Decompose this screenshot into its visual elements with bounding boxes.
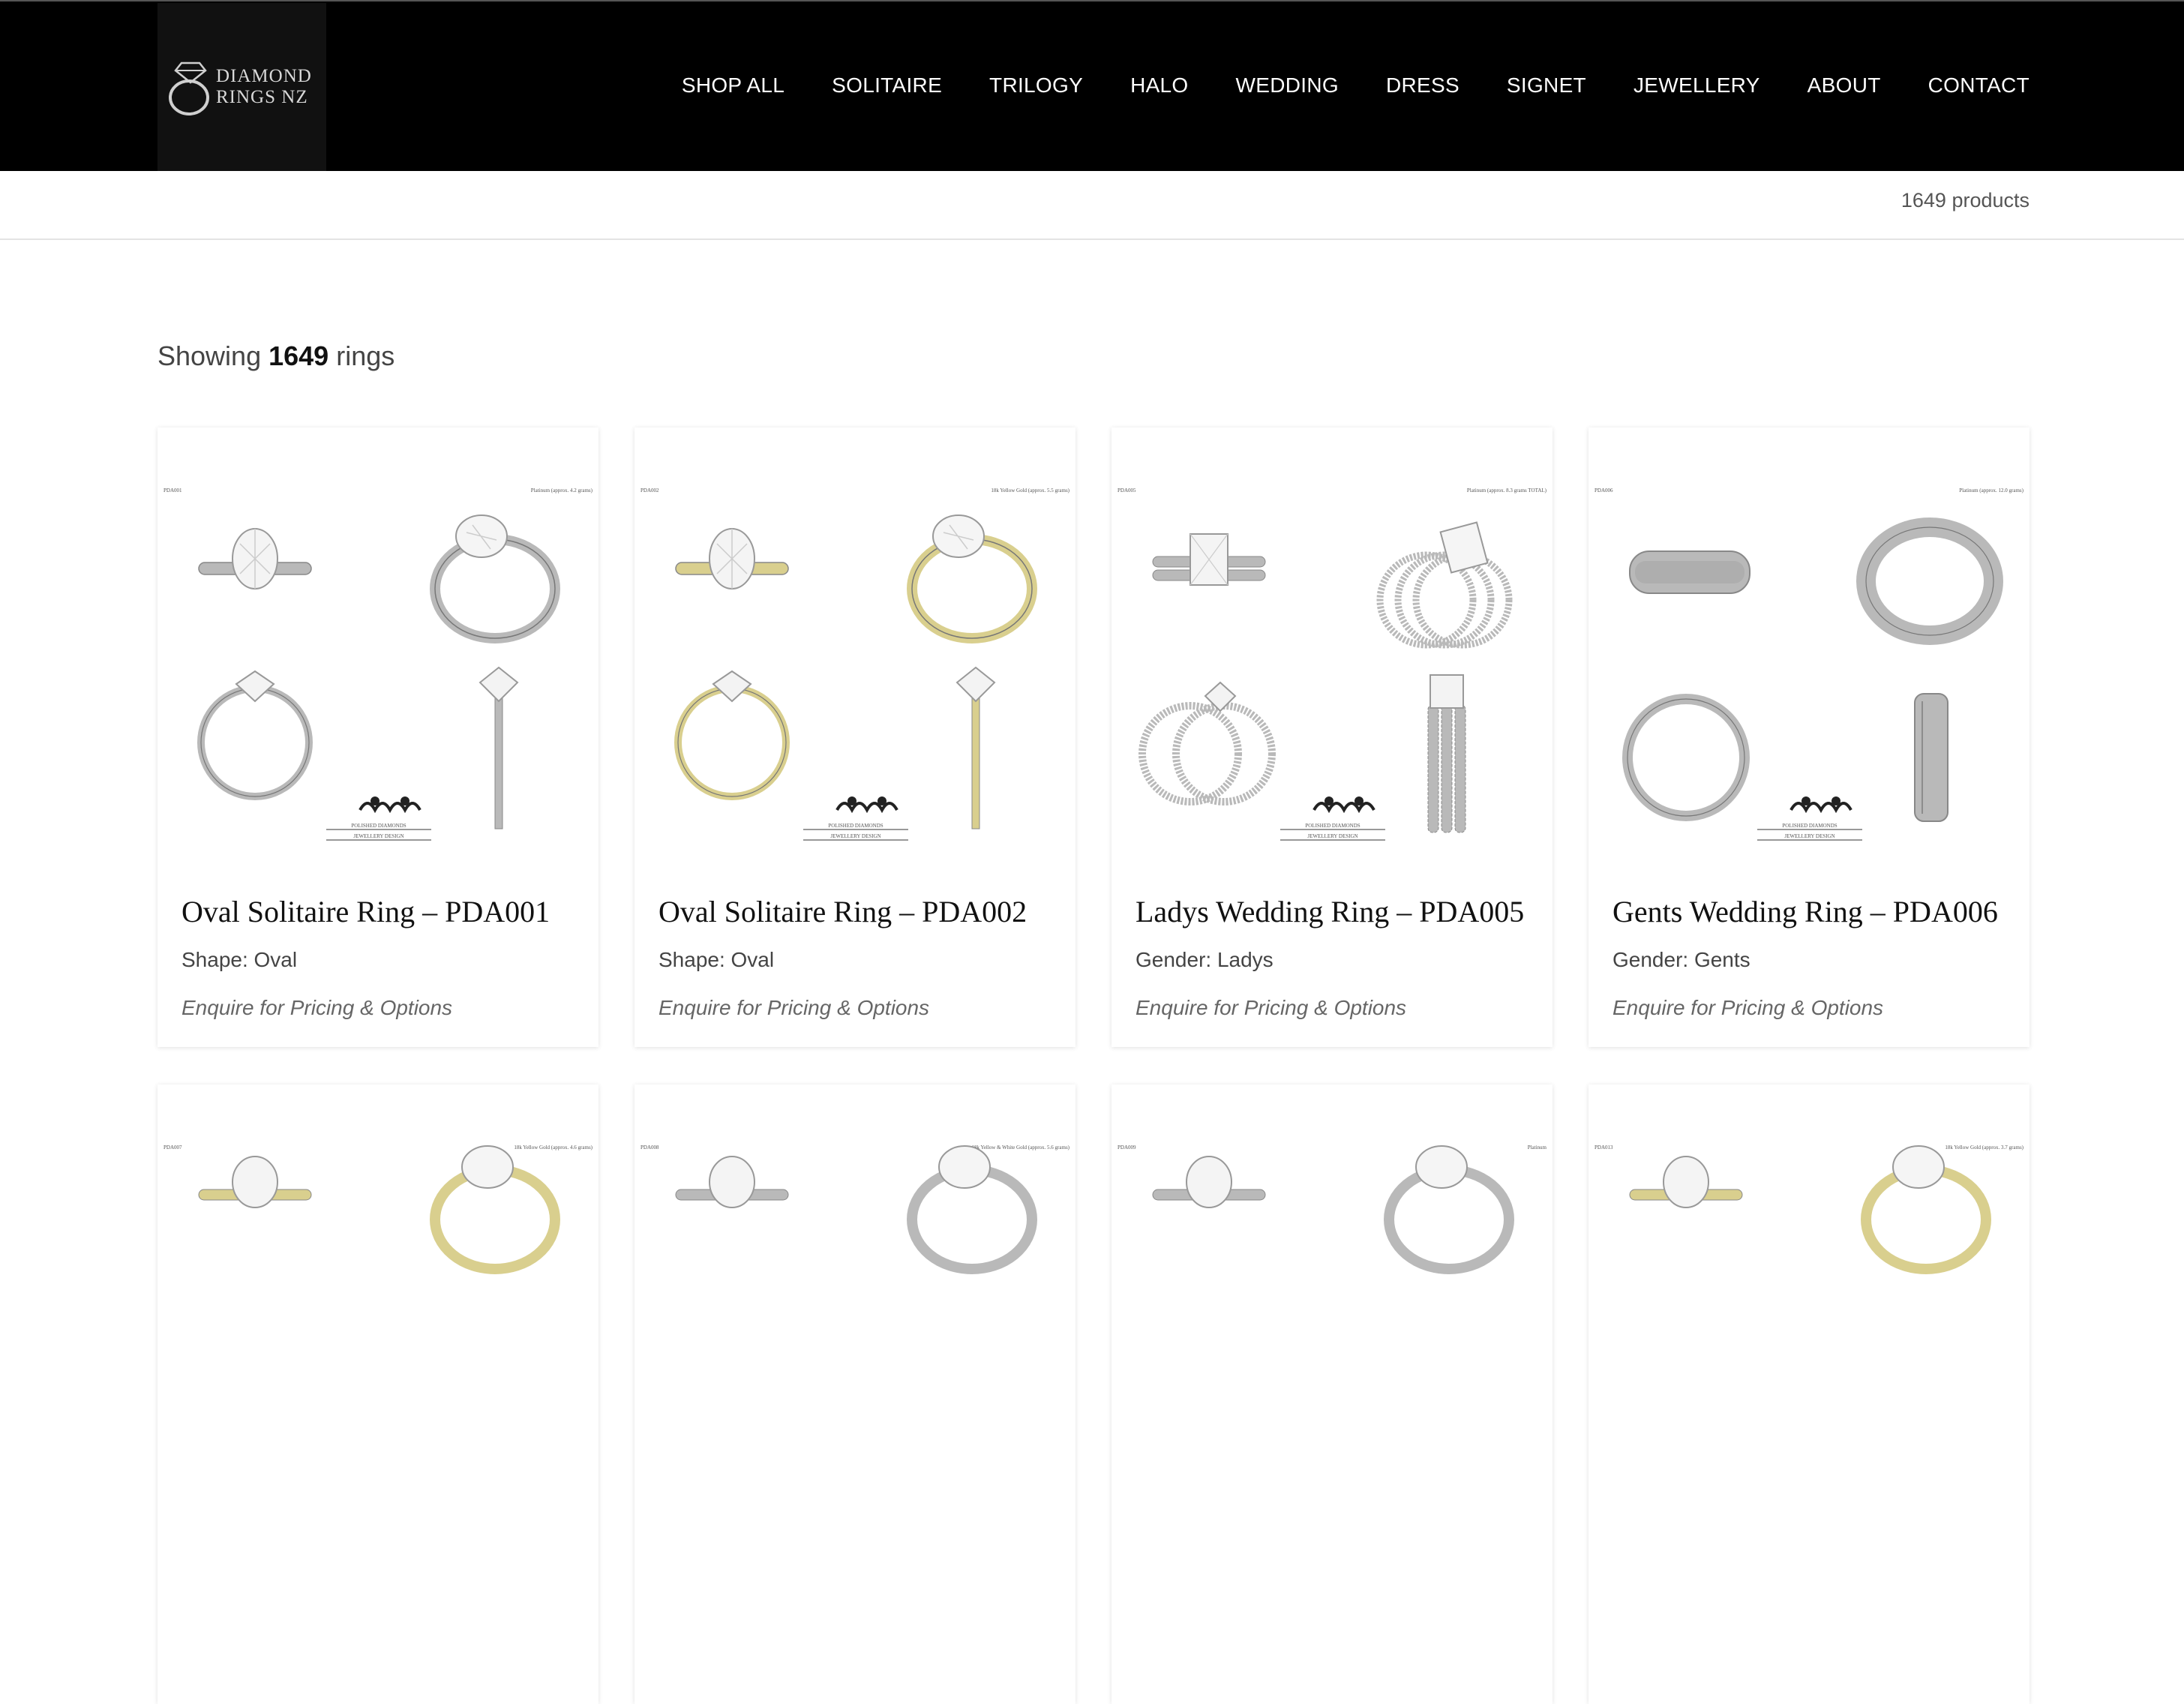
product-card[interactable]: PDA009 Platinum (1112, 1084, 1552, 1704)
ring-spec-illustration: PDA009 Platinum (1118, 1144, 1547, 1274)
product-image[interactable]: PDA007 18k Yellow Gold (approx. 4.6 grams… (158, 1084, 598, 1504)
spec-code-label: PDA007 (164, 1144, 182, 1150)
spec-code-label: PDA002 (640, 488, 659, 494)
product-card[interactable]: POLISHED DIAMONDS JEWELLERY DESIGN PDA005 P… (1112, 428, 1552, 1047)
product-attribute: Gender: Gents (1612, 948, 1750, 971)
product-title[interactable]: Ladys Wedding Ring – PDA005 (1136, 894, 1524, 929)
watermark-logo: POLISHED DIAMONDS JEWELLERY DESIGN (1757, 796, 1862, 841)
watermark-logo: POLISHED DIAMONDS JEWELLERY DESIGN (803, 796, 908, 841)
spec-metal-label: Platinum (approx. 12.0 grams) (1959, 488, 2024, 494)
watermark-logo: POLISHED DIAMONDS JEWELLERY DESIGN (326, 796, 431, 841)
showing-count: 1649 (268, 340, 329, 371)
enquire-link[interactable]: Enquire for Pricing & Options (182, 996, 452, 1020)
site-logo[interactable]: DIAMOND RINGS NZ (158, 3, 326, 171)
watermark-line-1: POLISHED DIAMONDS (1782, 823, 1837, 829)
spec-metal-label: 18k Yellow Gold (approx. 4.6 grams) (514, 1144, 592, 1150)
logo-line-2: RINGS NZ (216, 87, 308, 107)
product-count: 1649 products (1900, 189, 2030, 212)
ring-spec-illustration: POLISHED DIAMONDS JEWELLERY DESIGN PDA001 P… (164, 488, 593, 841)
watermark-logo: POLISHED DIAMONDS JEWELLERY DESIGN (1280, 796, 1385, 841)
product-image[interactable]: POLISHED DIAMONDS JEWELLERY DESIGN PDA002 1… (634, 428, 1076, 848)
watermark-line-2: JEWELLERY DESIGN (1307, 833, 1358, 839)
ring-spec-illustration: POLISHED DIAMONDS JEWELLERY DESIGN PDA005 P… (1118, 488, 1547, 841)
results-summary: Showing 1649 rings (158, 340, 394, 372)
product-card[interactable]: PDA008 18k Yellow & White Gold (approx. 5… (634, 1084, 1076, 1704)
enquire-link[interactable]: Enquire for Pricing & Options (658, 996, 929, 1020)
spec-code-label: PDA006 (1594, 488, 1613, 494)
product-title[interactable]: Gents Wedding Ring – PDA006 (1612, 894, 1998, 929)
product-card[interactable]: PDA007 18k Yellow Gold (approx. 4.6 grams… (158, 1084, 598, 1704)
spec-metal-label: 18k Yellow Gold (approx. 5.5 grams) (991, 488, 1070, 494)
nav-halo[interactable]: HALO (1130, 74, 1188, 98)
nav-solitaire[interactable]: SOLITAIRE (832, 74, 942, 98)
watermark-line-2: JEWELLERY DESIGN (353, 833, 404, 839)
spec-code-label: PDA001 (164, 488, 182, 494)
results-toolbar: 1649 products (0, 171, 2184, 240)
nav-about[interactable]: ABOUT (1808, 74, 1881, 98)
nav-dress[interactable]: DRESS (1386, 74, 1460, 98)
product-card[interactable]: POLISHED DIAMONDS JEWELLERY DESIGN PDA002 1… (634, 428, 1076, 1047)
main-nav: SHOP ALL SOLITAIRE TRILOGY HALO WEDDING … (682, 74, 2030, 98)
product-attribute: Shape: Oval (658, 948, 775, 971)
nav-trilogy[interactable]: TRILOGY (989, 74, 1083, 98)
product-attribute: Gender: Ladys (1136, 948, 1274, 971)
product-card[interactable]: POLISHED DIAMONDS JEWELLERY DESIGN PDA006 P… (1588, 428, 2030, 1047)
product-card[interactable]: PDA013 18k Yellow Gold (approx. 3.7 grams… (1588, 1084, 2030, 1704)
diamond-ring-logo-icon (169, 62, 209, 116)
ring-spec-illustration: PDA007 18k Yellow Gold (approx. 4.6 grams… (164, 1144, 593, 1274)
spec-code-label: PDA013 (1594, 1144, 1613, 1150)
logo-text: DIAMOND RINGS NZ (216, 66, 312, 108)
spec-metal-label: Platinum (1528, 1144, 1547, 1150)
spec-code-label: PDA009 (1118, 1144, 1136, 1150)
logo-line-1: DIAMOND (216, 66, 312, 86)
showing-prefix: Showing (158, 340, 262, 371)
showing-suffix: rings (336, 340, 395, 371)
product-attribute: Shape: Oval (182, 948, 298, 971)
enquire-link[interactable]: Enquire for Pricing & Options (1136, 996, 1406, 1020)
watermark-line-1: POLISHED DIAMONDS (351, 823, 406, 829)
product-title[interactable]: Oval Solitaire Ring – PDA002 (658, 894, 1027, 929)
nav-contact[interactable]: CONTACT (1928, 74, 2030, 98)
spec-metal-label: 18k Yellow & White Gold (approx. 5.6 gra… (971, 1144, 1070, 1150)
nav-signet[interactable]: SIGNET (1507, 74, 1586, 98)
product-title[interactable]: Oval Solitaire Ring – PDA001 (182, 894, 550, 929)
product-image[interactable]: PDA013 18k Yellow Gold (approx. 3.7 grams… (1588, 1084, 2030, 1504)
ring-spec-illustration: PDA008 18k Yellow & White Gold (approx. 5… (640, 1144, 1070, 1274)
site-header: DIAMOND RINGS NZ SHOP ALL SOLITAIRE TRIL… (0, 0, 2184, 171)
product-image[interactable]: PDA008 18k Yellow & White Gold (approx. 5… (634, 1084, 1076, 1504)
spec-metal-label: Platinum (approx. 4.2 grams) (531, 488, 593, 494)
nav-wedding[interactable]: WEDDING (1236, 74, 1339, 98)
ring-spec-illustration: POLISHED DIAMONDS JEWELLERY DESIGN PDA002 1… (640, 488, 1070, 841)
ring-spec-illustration: POLISHED DIAMONDS JEWELLERY DESIGN PDA006 P… (1594, 488, 2024, 841)
watermark-line-2: JEWELLERY DESIGN (1784, 833, 1834, 839)
spec-metal-label: Platinum (approx. 8.3 grams TOTAL) (1467, 488, 1547, 494)
product-card[interactable]: POLISHED DIAMONDS JEWELLERY DESIGN PDA001 P… (158, 428, 598, 1047)
product-image[interactable]: PDA009 Platinum (1112, 1084, 1552, 1504)
watermark-line-1: POLISHED DIAMONDS (1305, 823, 1360, 829)
spec-code-label: PDA008 (640, 1144, 659, 1150)
spec-code-label: PDA005 (1118, 488, 1136, 494)
product-image[interactable]: POLISHED DIAMONDS JEWELLERY DESIGN PDA001 P… (158, 428, 598, 848)
ring-spec-illustration: PDA013 18k Yellow Gold (approx. 3.7 grams… (1594, 1144, 2024, 1274)
nav-jewellery[interactable]: JEWELLERY (1634, 74, 1760, 98)
watermark-line-2: JEWELLERY DESIGN (830, 833, 880, 839)
spec-metal-label: 18k Yellow Gold (approx. 3.7 grams) (1945, 1144, 2024, 1150)
watermark-line-1: POLISHED DIAMONDS (828, 823, 883, 829)
enquire-link[interactable]: Enquire for Pricing & Options (1612, 996, 1883, 1020)
product-image[interactable]: POLISHED DIAMONDS JEWELLERY DESIGN PDA006 P… (1588, 428, 2030, 848)
product-image[interactable]: POLISHED DIAMONDS JEWELLERY DESIGN PDA005 P… (1112, 428, 1552, 848)
nav-shop-all[interactable]: SHOP ALL (682, 74, 784, 98)
